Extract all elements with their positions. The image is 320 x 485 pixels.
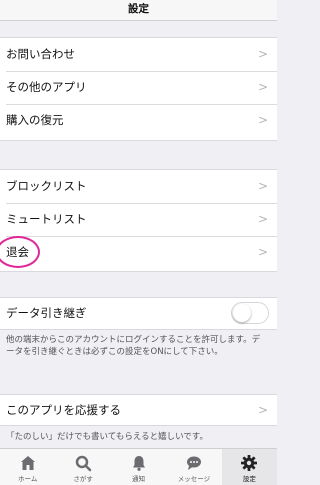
- tab-label: さがす: [73, 475, 93, 483]
- tab-messages[interactable]: メッセージ: [166, 449, 221, 485]
- menu-item-mute-list[interactable]: ミュートリスト >: [0, 203, 277, 236]
- menu-item-restore-purchase[interactable]: 購入の復元 >: [0, 104, 277, 137]
- search-icon: [55, 454, 110, 472]
- tab-notifications[interactable]: 通知: [111, 449, 166, 485]
- menu-item-label: ミュートリスト: [6, 212, 87, 226]
- chevron-right-icon: >: [257, 245, 268, 259]
- menu-item-contact[interactable]: お問い合わせ >: [0, 38, 277, 71]
- toggle-knob: [233, 304, 251, 322]
- home-icon: [0, 454, 55, 472]
- menu-item-label: お問い合わせ: [6, 47, 75, 61]
- settings-group-support: このアプリを応援する >: [0, 394, 277, 426]
- settings-group-transfer: データ引き継ぎ: [0, 297, 277, 330]
- tab-label: ホーム: [18, 475, 38, 483]
- menu-item-label: その他のアプリ: [6, 80, 87, 94]
- support-note: 「たのしい」だけでも書いてもらえると嬉しいです。: [6, 432, 208, 442]
- tab-home[interactable]: ホーム: [0, 449, 55, 485]
- chevron-right-icon: >: [257, 47, 268, 61]
- chevron-right-icon: >: [257, 212, 268, 226]
- tab-settings[interactable]: 設定: [221, 449, 278, 485]
- menu-item-withdraw[interactable]: 退会 >: [0, 236, 277, 269]
- page-title: 設定: [0, 0, 277, 21]
- data-transfer-note: 他の端末からこのアカウントにログインすることを許可します。データを引き継ぐときは…: [6, 335, 261, 357]
- menu-item-block-list[interactable]: ブロックリスト >: [0, 170, 277, 203]
- menu-item-label: ブロックリスト: [6, 179, 87, 193]
- menu-item-label: 購入の復元: [6, 113, 64, 127]
- bell-icon: [111, 454, 166, 472]
- tab-bar: ホーム さがす 通知 メッセージ 設定: [0, 448, 278, 485]
- message-icon: [166, 454, 221, 472]
- settings-group-2: ブロックリスト > ミュートリスト > 退会 >: [0, 169, 277, 272]
- chevron-right-icon: >: [257, 113, 268, 127]
- gear-icon: [222, 454, 277, 472]
- settings-group-1: お問い合わせ > その他のアプリ > 購入の復元 >: [0, 37, 277, 141]
- data-transfer-row: データ引き継ぎ: [0, 298, 277, 328]
- menu-item-label: このアプリを応援する: [6, 403, 121, 417]
- chevron-right-icon: >: [257, 179, 268, 193]
- menu-item-support-app[interactable]: このアプリを応援する >: [0, 395, 277, 425]
- menu-item-other-apps[interactable]: その他のアプリ >: [0, 71, 277, 104]
- tab-label: 設定: [242, 475, 256, 483]
- chevron-right-icon: >: [257, 403, 268, 417]
- data-transfer-toggle[interactable]: [231, 302, 269, 324]
- tab-label: 通知: [132, 475, 146, 483]
- data-transfer-label: データ引き継ぎ: [6, 306, 87, 320]
- page-title-text: 設定: [128, 3, 149, 15]
- chevron-right-icon: >: [257, 80, 268, 94]
- tab-search[interactable]: さがす: [55, 449, 110, 485]
- tab-label: メッセージ: [177, 475, 211, 483]
